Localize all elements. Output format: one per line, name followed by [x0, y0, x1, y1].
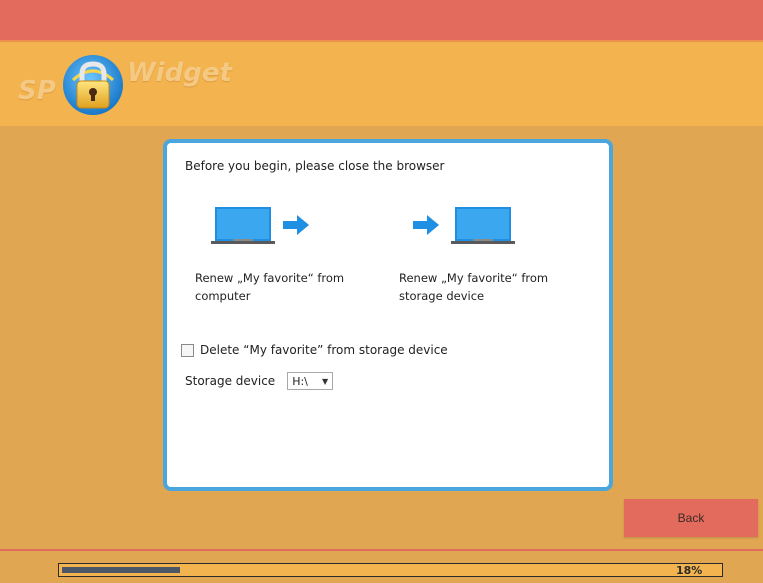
delete-favorite-row[interactable]: Delete “My favorite” from storage device	[181, 343, 448, 357]
option-label-line1: Renew „My favorite“ from	[195, 271, 345, 285]
logo-text-left: SP	[18, 76, 56, 106]
option-renew-from-computer[interactable]: Renew „My favorite“ from computer	[195, 197, 375, 303]
option-label-line1: Renew „My favorite“ from	[399, 271, 549, 285]
lock-icon	[63, 55, 123, 115]
delete-favorite-label: Delete “My favorite” from storage device	[200, 343, 448, 357]
chevron-down-icon: ▼	[322, 376, 329, 386]
storage-device-select[interactable]: H:\ ▼	[287, 372, 334, 390]
option-label: Renew „My favorite“ from computer	[195, 269, 365, 305]
option-label-line2: computer	[195, 289, 251, 303]
logo-text-right: Widget	[127, 58, 232, 88]
progress-bar	[58, 563, 723, 577]
storage-to-computer-icon	[413, 207, 515, 244]
app-logo: SP Widget	[14, 52, 234, 116]
storage-device-label: Storage device	[185, 374, 276, 388]
option-label: Renew „My favorite“ from storage device	[399, 269, 569, 305]
dialog-title: Before you begin, please close the brows…	[185, 159, 445, 173]
option-renew-from-storage[interactable]: Renew „My favorite“ from storage device	[399, 197, 579, 303]
back-button[interactable]: Back	[624, 499, 758, 537]
storage-device-value: H:\	[292, 374, 308, 388]
progress-percent: 18%	[676, 564, 703, 577]
delete-favorite-checkbox[interactable]	[181, 343, 194, 357]
option-label-line2: storage device	[399, 289, 485, 303]
top-bar	[0, 0, 763, 42]
computer-to-storage-icon	[211, 207, 309, 244]
progress-fill	[62, 567, 180, 573]
storage-device-row: Storage device H:\ ▼	[185, 372, 334, 390]
dialog-panel: Before you begin, please close the brows…	[163, 139, 613, 491]
